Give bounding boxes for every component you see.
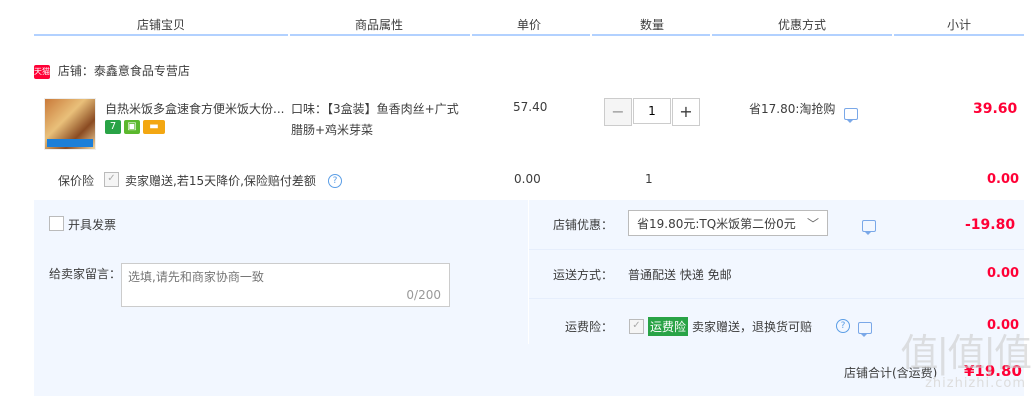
credit-card-icon: ▬ <box>143 119 165 134</box>
shipping-insurance-text: 卖家赠送，退换货可赔 <box>692 320 813 334</box>
item-thumbnail[interactable] <box>44 98 96 150</box>
cart-header: 店铺宝贝 商品属性 单价 数量 优惠方式 小计 <box>0 0 1036 38</box>
chevron-down-icon: ﹀ <box>806 217 819 231</box>
header-underline <box>34 34 288 36</box>
insurance-quantity: 1 <box>645 172 653 186</box>
shipping-insurance-label: 运费险： <box>565 320 614 334</box>
item-attrs-line2: 腊肠+鸡米芽菜 <box>291 123 374 137</box>
col-qty: 数量 <box>640 18 665 32</box>
insurance-checkbox[interactable]: ✓ <box>104 172 119 187</box>
shipping-amount: 0.00 <box>987 266 1020 281</box>
quantity-input[interactable] <box>633 98 671 124</box>
chat-icon[interactable] <box>861 219 876 235</box>
row-divider <box>529 298 1024 299</box>
quantity-minus-button[interactable]: − <box>604 98 632 126</box>
header-underline <box>290 34 470 36</box>
item-discount: 省17.80:淘抢购 <box>749 102 836 116</box>
col-subtotal: 小计 <box>947 18 972 32</box>
invoice-label[interactable]: 开具发票 <box>68 216 116 233</box>
help-icon[interactable]: ? <box>328 174 342 188</box>
shipping-insurance-checkbox[interactable]: ✓ <box>629 319 644 334</box>
insurance-subtotal: 0.00 <box>987 172 1020 187</box>
col-discount: 优惠方式 <box>778 18 827 32</box>
chat-icon[interactable] <box>857 321 872 337</box>
item-price: 57.40 <box>513 100 548 114</box>
item-service-icons: 7 ▣ ▬ <box>105 119 168 134</box>
col-shop-item: 店铺宝贝 <box>137 18 186 32</box>
tmall-icon: 天猫 <box>34 64 50 79</box>
shop-discount-select[interactable]: 省19.80元:TQ米饭第二份0元 ﹀ <box>628 210 828 236</box>
shipping-label: 运送方式： <box>553 268 614 282</box>
shop-name[interactable]: 店铺：泰鑫意食品专营店 <box>58 64 190 78</box>
item-title[interactable]: 自热米饭多盒速食方便米饭大份... <box>105 100 285 117</box>
site-watermark: 值|值|值 <box>900 331 1032 375</box>
seven-day-return-icon: 7 <box>105 119 121 134</box>
insurance-price: 0.00 <box>514 172 541 186</box>
chat-icon[interactable] <box>844 107 858 123</box>
shop-discount-label: 店铺优惠： <box>553 218 614 232</box>
header-underline <box>894 34 1024 36</box>
shipping-value: 普通配送 快递 免邮 <box>628 268 732 282</box>
header-underline <box>592 34 710 36</box>
guarantee-icon: ▣ <box>124 119 140 134</box>
message-label: 给卖家留言： <box>49 267 122 281</box>
row-divider <box>529 249 1024 250</box>
quantity-plus-button[interactable]: + <box>672 98 700 126</box>
col-attrs: 商品属性 <box>355 18 404 32</box>
invoice-checkbox[interactable] <box>49 216 64 231</box>
message-input[interactable] <box>128 268 438 288</box>
item-subtotal: 39.60 <box>973 101 1018 117</box>
shop-discount-selected: 省19.80元:TQ米饭第二份0元 <box>637 217 796 231</box>
message-box: 0/200 <box>121 263 450 307</box>
item-attrs-line1: 口味：【3盒装】鱼香肉丝+广式 <box>291 102 459 116</box>
insurance-text: 卖家赠送,若15天降价,保险赔付差额 <box>125 174 316 188</box>
shipping-insurance-tag: 运费险 <box>648 317 689 336</box>
shop-discount-amount: -19.80 <box>965 217 1016 233</box>
thumbnail-banner <box>47 139 93 147</box>
col-price: 单价 <box>517 18 542 32</box>
site-watermark-url: zhizhizhi.com <box>925 376 1026 391</box>
shop-row: 天猫 店铺：泰鑫意食品专营店 <box>34 62 190 79</box>
message-char-count: 0/200 <box>406 288 441 302</box>
help-icon[interactable]: ? <box>836 319 850 333</box>
insurance-label: 保价险 <box>58 174 95 188</box>
header-underline <box>472 34 590 36</box>
header-underline <box>712 34 892 36</box>
